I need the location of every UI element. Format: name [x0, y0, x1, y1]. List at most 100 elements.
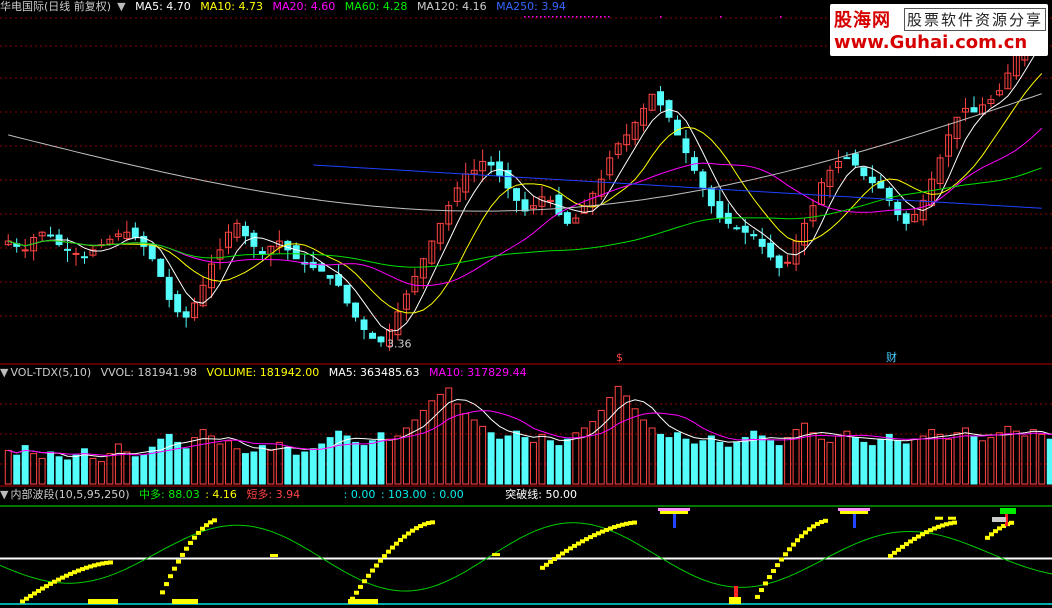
signal-dot: [552, 16, 554, 18]
signal-dot: [564, 16, 566, 18]
candle-body: [767, 242, 775, 258]
volume-bar: [572, 432, 580, 485]
volume-bar: [462, 413, 470, 485]
volume-bar: [826, 441, 834, 485]
volume-bar: [724, 446, 732, 485]
volume-bar: [199, 429, 207, 485]
wave-step-block: [172, 566, 177, 571]
watermark-slogan: 股票软件资源分享: [904, 8, 1047, 31]
wave-step-block: [759, 588, 764, 593]
volume-bar: [1021, 435, 1029, 485]
volume-bar: [47, 451, 55, 485]
indicator-title[interactable]: 内部波段(10,5,95,250): [10, 488, 129, 501]
candle-body: [513, 188, 520, 201]
volume-bar: [1012, 430, 1020, 485]
candle-body: [843, 157, 851, 160]
volume-title[interactable]: VOL-TDX(5,10): [10, 366, 91, 379]
candle-body: [377, 336, 385, 343]
volume-bar: [995, 432, 1003, 485]
signal-dot: [568, 16, 570, 18]
candle-body: [174, 294, 182, 313]
main-chart-header: 华电国际(日线 前复权) ▼ MA5: 4.70 MA10: 4.73 MA20:…: [0, 0, 572, 14]
wave-step-block: [775, 563, 780, 568]
candle-body: [750, 234, 758, 237]
wave-step-block: [779, 557, 784, 562]
volume-bar: [479, 425, 487, 485]
volume-bar: [911, 438, 919, 485]
legend-ma5: MA5: 4.70: [135, 0, 191, 13]
chart-title[interactable]: 华电国际(日线 前复权): [0, 0, 111, 13]
signal-dot: [536, 16, 538, 18]
bottom-signal-bar: [88, 599, 118, 604]
signal-dot: [660, 16, 662, 18]
sell-signal-marker: [853, 514, 856, 528]
wave-step-block: [108, 560, 113, 565]
legend-ma250: MA250: 3.94: [496, 0, 566, 13]
candle-body: [860, 167, 868, 177]
indicator-header: ▼ 内部波段(10,5,95,250) 中多: 88.03 : 4.16 短多: …: [0, 488, 583, 502]
volume-bar: [767, 440, 775, 485]
volume-bar: [987, 437, 995, 485]
legend-value-6: : 0.00: [432, 488, 464, 501]
dropdown-chevron-icon[interactable]: ▼: [0, 488, 8, 501]
volume-bar: [343, 435, 351, 485]
volume-bar: [665, 437, 673, 485]
volume-bar: [369, 440, 376, 485]
candle-body: [784, 261, 792, 264]
candle-body: [699, 171, 707, 189]
candle-body: [309, 261, 317, 269]
candle-body: [292, 245, 300, 260]
wave-step-block: [952, 520, 957, 525]
wave-step-block: [184, 546, 189, 551]
stock-chart-canvas: 3.36 $ 财: [0, 16, 1052, 605]
candle-body: [72, 252, 80, 255]
wave-step-block: [791, 542, 796, 547]
wave-step-block: [783, 552, 788, 557]
volume-bar: [682, 438, 690, 485]
volume-bar: [30, 453, 38, 485]
ma60-line: [8, 167, 1042, 268]
volume-bar: [902, 443, 910, 485]
volume-bar: [690, 443, 698, 485]
signal-dot: [556, 16, 558, 18]
signal-dot: [720, 16, 722, 18]
volume-bar: [258, 445, 266, 485]
candle-body: [182, 311, 190, 318]
volume-bar: [106, 453, 114, 485]
volume-bar: [292, 454, 300, 485]
volume-bar: [843, 430, 851, 485]
dropdown-chevron-icon[interactable]: ▼: [0, 366, 8, 379]
wave-step-block: [366, 573, 371, 578]
volume-bar: [657, 433, 665, 485]
candle-body: [64, 248, 72, 251]
volume-bar: [953, 432, 961, 485]
signal-dash: [935, 516, 943, 520]
dropdown-chevron-icon[interactable]: ▼: [117, 0, 125, 13]
volume-bar: [13, 454, 21, 485]
volume-bar: [614, 385, 622, 485]
volume-bar: [784, 437, 792, 485]
volume-bar: [97, 461, 105, 485]
event-marker: $: [616, 351, 623, 364]
wave-step-block: [390, 545, 395, 550]
volume-bar: [428, 400, 436, 485]
signal-dot: [608, 16, 610, 18]
ma5-line: [8, 43, 1043, 332]
volume-bar: [64, 459, 72, 485]
legend-ma10: MA10: 4.73: [200, 0, 263, 13]
wave-step-block: [763, 581, 768, 586]
watermark-brand: 股海网: [834, 10, 891, 31]
volume-bar: [563, 438, 571, 485]
volume-bar: [360, 445, 368, 485]
volume-bar: [233, 448, 241, 485]
candle-body: [707, 187, 715, 207]
volume-bar: [775, 445, 783, 485]
signal-dot: [596, 16, 598, 18]
candle-body: [369, 332, 376, 339]
volume-bar: [241, 453, 249, 485]
sell-signal-marker: [673, 514, 676, 528]
signal-dot: [572, 16, 574, 18]
candle-body: [47, 234, 55, 237]
volume-bar: [919, 435, 927, 485]
volume-bar: [131, 456, 139, 485]
